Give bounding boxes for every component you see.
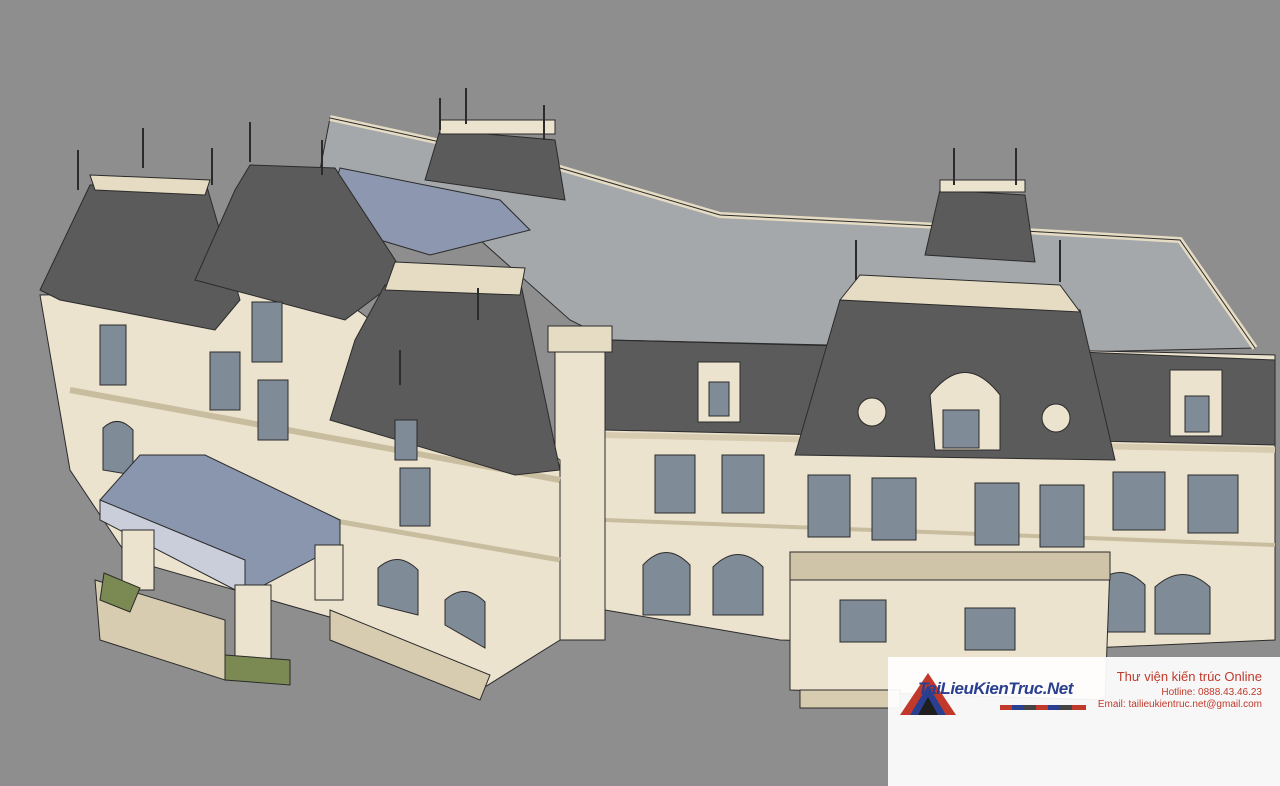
- right-central-pavilion: [794, 274, 1116, 461]
- watermark: TaiLieuKienTruc.Net Thư viện kiến trúc O…: [888, 657, 1280, 786]
- brand-name: TaiLieuKienTruc.Net: [918, 679, 1073, 698]
- rear-pavilion-right: [924, 179, 1036, 263]
- brand-color-strip: [1000, 705, 1086, 710]
- dormer-left: [697, 361, 741, 423]
- hotline: Hotline: 0888.43.46.23: [1161, 687, 1262, 698]
- library-title: Thư viện kiến trúc Online: [1116, 669, 1262, 684]
- email: Email: tailieukientruc.net@gmail.com: [1097, 699, 1262, 710]
- dormer-right: [1169, 369, 1223, 437]
